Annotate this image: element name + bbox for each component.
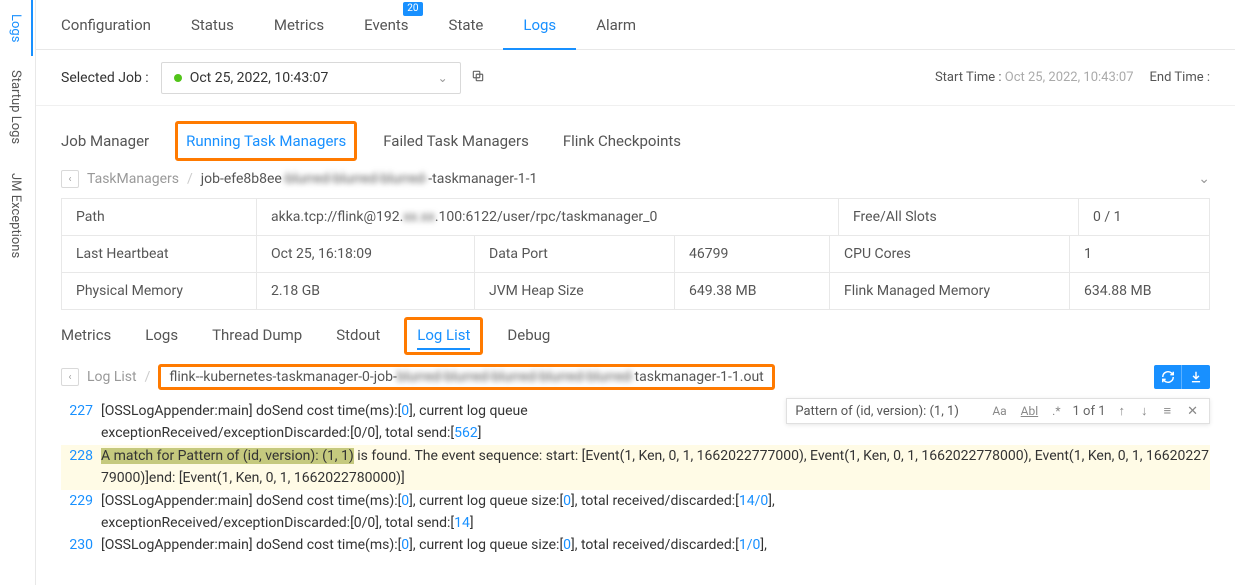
cores-label: CPU Cores — [830, 236, 1070, 272]
search-result-count: 1 of 1 — [1073, 404, 1106, 419]
line-text: A match for Pattern of (id, version): (1… — [101, 445, 1210, 490]
back-icon[interactable]: ‹ — [61, 170, 79, 188]
path-label: Path — [62, 199, 257, 235]
logtab-logs[interactable]: Logs — [145, 322, 178, 350]
job-selector-value: Oct 25, 2022, 10:43:07 — [190, 70, 329, 86]
log-line: 228A match for Pattern of (id, version):… — [61, 445, 1210, 490]
physmem-label: Physical Memory — [62, 273, 257, 309]
logtab-thread-dump[interactable]: Thread Dump — [212, 322, 302, 350]
search-menu-icon[interactable]: ≡ — [1161, 403, 1175, 419]
search-prev-icon[interactable]: ↑ — [1116, 403, 1129, 419]
line-text: [OSSLogAppender:main] doSend cost time(m… — [101, 490, 1210, 535]
chevron-down-icon: ⌄ — [438, 71, 448, 85]
log-line: 229[OSSLogAppender:main] doSend cost tim… — [61, 490, 1210, 535]
search-word-icon[interactable]: Abl — [1019, 404, 1040, 418]
heap-label: JVM Heap Size — [475, 273, 675, 309]
side-tab-bar: Logs Startup Logs JM Exceptions — [0, 0, 36, 585]
logtab-debug[interactable]: Debug — [507, 322, 550, 350]
events-badge: 20 — [403, 2, 422, 16]
logtab-log-list[interactable]: Log List — [417, 322, 470, 350]
log-line: 230[OSSLogAppender:main] doSend cost tim… — [61, 534, 1210, 556]
tab-alarm[interactable]: Alarm — [576, 0, 656, 50]
job-selector[interactable]: Oct 25, 2022, 10:43:07 ⌄ — [161, 62, 461, 94]
copy-icon[interactable] — [471, 68, 485, 87]
line-number: 230 — [61, 534, 101, 556]
logtab-metrics[interactable]: Metrics — [61, 322, 111, 350]
tab-events[interactable]: Events 20 — [344, 0, 428, 50]
line-text: [OSSLogAppender:main] doSend cost time(m… — [101, 534, 1210, 556]
search-case-icon[interactable]: Aa — [990, 404, 1008, 418]
side-tab-logs[interactable]: Logs — [0, 0, 33, 56]
taskmanager-info-table: Path akka.tcp://flink@192.xx.xx.100:6122… — [61, 198, 1210, 310]
log-back-icon[interactable]: ‹ — [61, 368, 79, 386]
download-button[interactable] — [1182, 365, 1210, 389]
selected-job-label: Selected Job : — [61, 70, 149, 86]
start-time-value: Oct 25, 2022, 10:43:07 — [1005, 70, 1134, 85]
tab-configuration[interactable]: Configuration — [41, 0, 171, 50]
managed-label: Flink Managed Memory — [830, 273, 1070, 309]
log-file-breadcrumb: ‹ Log List / flink--kubernetes-taskmanag… — [61, 364, 1210, 390]
tab-logs[interactable]: Logs — [503, 0, 576, 50]
slots-label: Free/All Slots — [839, 199, 1079, 235]
heap-value: 649.38 MB — [675, 273, 830, 309]
breadcrumb-separator: / — [187, 171, 193, 187]
line-number: 227 — [61, 400, 101, 445]
side-tab-startup-logs[interactable]: Startup Logs — [0, 56, 31, 158]
search-next-icon[interactable]: ↓ — [1138, 403, 1151, 419]
heartbeat-value: Oct 25, 16:18:09 — [257, 236, 475, 272]
cores-value: 1 — [1070, 236, 1200, 272]
refresh-button[interactable] — [1154, 365, 1182, 389]
start-time-label: Start Time : — [935, 70, 1002, 85]
tab-status[interactable]: Status — [171, 0, 254, 50]
log-view-tabs: Metrics Logs Thread Dump Stdout Log List… — [61, 322, 1210, 350]
tab-job-manager[interactable]: Job Manager — [61, 126, 149, 156]
taskmanager-breadcrumb: ‹ TaskManagers / job-efe8b8ee-blurred-bl… — [61, 170, 1210, 188]
breadcrumb-current: job-efe8b8ee-blurred-blurred-blurred--ta… — [201, 171, 538, 187]
breadcrumb-taskmanagers[interactable]: TaskManagers — [87, 171, 179, 187]
tab-running-task-managers[interactable]: Running Task Managers — [186, 126, 346, 156]
top-tab-bar: Configuration Status Metrics Events 20 S… — [36, 0, 1235, 50]
heartbeat-label: Last Heartbeat — [62, 236, 257, 272]
tab-failed-task-managers[interactable]: Failed Task Managers — [383, 126, 529, 156]
dataport-value: 46799 — [675, 236, 830, 272]
tab-state[interactable]: State — [429, 0, 504, 50]
tab-events-label: Events — [364, 16, 408, 34]
log-file-name: flink--kubernetes-taskmanager-0-job-blur… — [158, 364, 774, 390]
slots-value: 0 / 1 — [1079, 199, 1209, 235]
breadcrumb-separator: / — [145, 369, 151, 385]
log-content-area: Aa Abl .* 1 of 1 ↑ ↓ ≡ ✕ 227 [OSSLogAppen… — [61, 400, 1210, 557]
log-search-bar: Aa Abl .* 1 of 1 ↑ ↓ ≡ ✕ — [786, 398, 1210, 424]
dataport-label: Data Port — [475, 236, 675, 272]
breadcrumb-loglist[interactable]: Log List — [87, 369, 137, 385]
managed-value: 634.88 MB — [1070, 273, 1200, 309]
expand-chevron-icon[interactable]: ⌄ — [1198, 171, 1210, 187]
selected-job-row: Selected Job : Oct 25, 2022, 10:43:07 ⌄ … — [36, 50, 1235, 106]
line-number: 229 — [61, 490, 101, 535]
search-regex-icon[interactable]: .* — [1050, 404, 1062, 418]
path-value: akka.tcp://flink@192.xx.xx.100:6122/user… — [257, 199, 839, 235]
end-time-label: End Time : — [1150, 70, 1210, 85]
logtab-stdout[interactable]: Stdout — [336, 322, 380, 350]
tab-flink-checkpoints[interactable]: Flink Checkpoints — [563, 126, 681, 156]
search-input[interactable] — [795, 404, 980, 419]
line-number: 228 — [61, 445, 101, 490]
manager-tabs: Job Manager Running Task Managers Failed… — [61, 126, 1210, 156]
tab-metrics[interactable]: Metrics — [254, 0, 344, 50]
side-tab-jm-exceptions[interactable]: JM Exceptions — [0, 159, 31, 272]
job-status-dot — [174, 74, 182, 82]
search-close-icon[interactable]: ✕ — [1184, 404, 1201, 419]
physmem-value: 2.18 GB — [257, 273, 475, 309]
